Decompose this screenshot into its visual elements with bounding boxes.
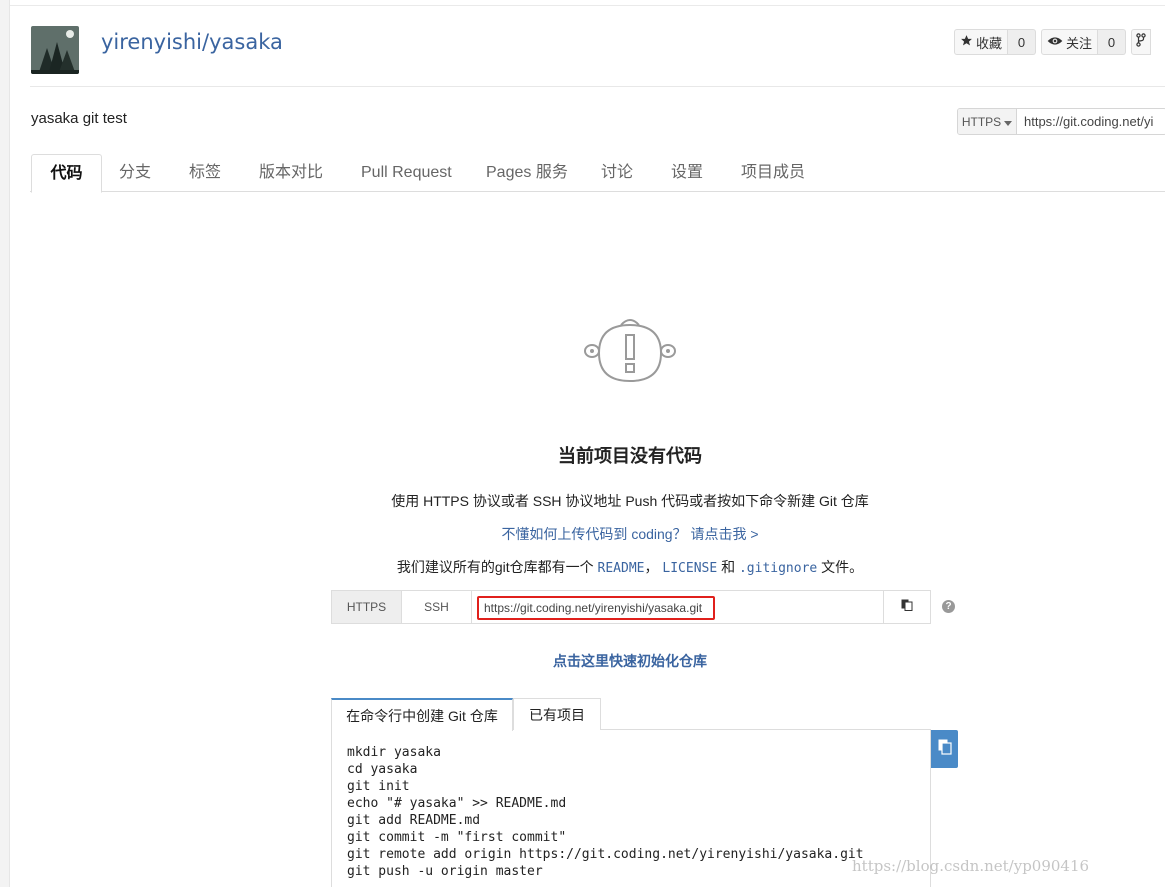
suggestion-conj: 和: [721, 559, 736, 575]
watch-count[interactable]: 0: [1098, 29, 1127, 55]
command-code: mkdir yasaka cd yasaka git init echo "# …: [347, 745, 864, 879]
repo-actions: 收藏 0 关注 0: [954, 29, 1152, 55]
caret-down-icon: [1004, 115, 1013, 129]
watch-label: 关注: [1066, 35, 1093, 51]
watch-group: 关注 0: [1041, 29, 1127, 55]
fork-button[interactable]: [1131, 29, 1152, 55]
tab-tags[interactable]: 标签: [189, 154, 221, 192]
tab-create-repo[interactable]: 在命令行中创建 Git 仓库: [331, 698, 513, 731]
upload-help-link[interactable]: 不懂如何上传代码到 coding？ 请点击我 >: [0, 524, 1165, 544]
tab-code[interactable]: 代码: [31, 154, 102, 193]
protocol-label: HTTPS: [961, 114, 1002, 129]
tab-compare[interactable]: 版本对比: [259, 154, 323, 192]
star-count[interactable]: 0: [1008, 29, 1037, 55]
repo-tabs: 代码 分支 标签 版本对比 Pull Request Pages 服务 讨论 设…: [30, 154, 1165, 193]
readme-link[interactable]: README: [598, 561, 645, 576]
copy-icon: [938, 739, 952, 760]
clipboard-icon: [901, 598, 913, 616]
repo-title[interactable]: yirenyishi/yasaka: [101, 30, 283, 54]
star-icon: [960, 34, 973, 50]
empty-instruction: 使用 HTTPS 协议或者 SSH 协议地址 Push 代码或者按如下命令新建 …: [391, 493, 869, 509]
clone-url-field[interactable]: https://git.coding.net/yirenyishi/yasaka…: [472, 591, 884, 623]
suggestion-suffix: 文件。: [821, 559, 864, 575]
star-label: 收藏: [976, 35, 1003, 51]
star-button[interactable]: 收藏: [954, 29, 1009, 55]
warning-mascot-icon: [583, 315, 679, 387]
tab-discussion[interactable]: 讨论: [601, 154, 633, 192]
empty-title: 当前项目没有代码: [558, 446, 702, 466]
license-link[interactable]: LICENSE: [662, 561, 717, 576]
eye-icon: [1047, 35, 1063, 50]
protocol-dropdown[interactable]: HTTPS: [958, 109, 1017, 134]
tab-members[interactable]: 项目成员: [741, 154, 805, 192]
header-divider: [30, 86, 1165, 87]
fork-group: [1131, 29, 1152, 55]
suggestion-prefix: 我们建议所有的git仓库都有一个: [396, 559, 594, 575]
repo-avatar[interactable]: [31, 26, 79, 74]
tab-settings[interactable]: 设置: [671, 154, 703, 192]
suggestion-text: 我们建议所有的git仓库都有一个 README， LICENSE 和 .giti…: [0, 557, 1165, 577]
command-box: mkdir yasaka cd yasaka git init echo "# …: [331, 730, 931, 887]
repo-description: yasaka git test: [31, 110, 127, 127]
suggestion-sep: ，: [644, 559, 659, 575]
copy-url-button[interactable]: [884, 591, 930, 623]
clone-tab-ssh[interactable]: SSH: [402, 591, 472, 623]
clone-box: HTTPS SSH https://git.coding.net/yirenyi…: [331, 590, 931, 624]
top-bar: [10, 0, 1165, 6]
tab-pull-request[interactable]: Pull Request: [361, 154, 452, 192]
command-tabs: 在命令行中创建 Git 仓库 已有项目: [331, 698, 931, 731]
gitignore-link[interactable]: .gitignore: [739, 561, 817, 576]
tab-branches[interactable]: 分支: [119, 154, 151, 192]
watch-button[interactable]: 关注: [1041, 29, 1099, 55]
clone-tab-https[interactable]: HTTPS: [332, 591, 402, 623]
clone-url-top: HTTPS https://git.coding.net/yi: [957, 108, 1165, 135]
fork-icon: [1136, 32, 1146, 52]
copy-commands-button[interactable]: [931, 730, 958, 768]
watermark: https://blog.csdn.net/yp090416: [852, 857, 1090, 875]
star-group: 收藏 0: [954, 29, 1037, 55]
quick-init-link[interactable]: 点击这里快速初始化仓库: [0, 651, 1165, 671]
help-icon[interactable]: ?: [942, 600, 955, 613]
clone-url-value[interactable]: https://git.coding.net/yirenyishi/yasaka…: [477, 596, 715, 620]
tab-existing-project[interactable]: 已有项目: [513, 698, 601, 730]
clone-url-input[interactable]: https://git.coding.net/yi: [1017, 109, 1153, 134]
tab-pages[interactable]: Pages 服务: [486, 154, 568, 192]
